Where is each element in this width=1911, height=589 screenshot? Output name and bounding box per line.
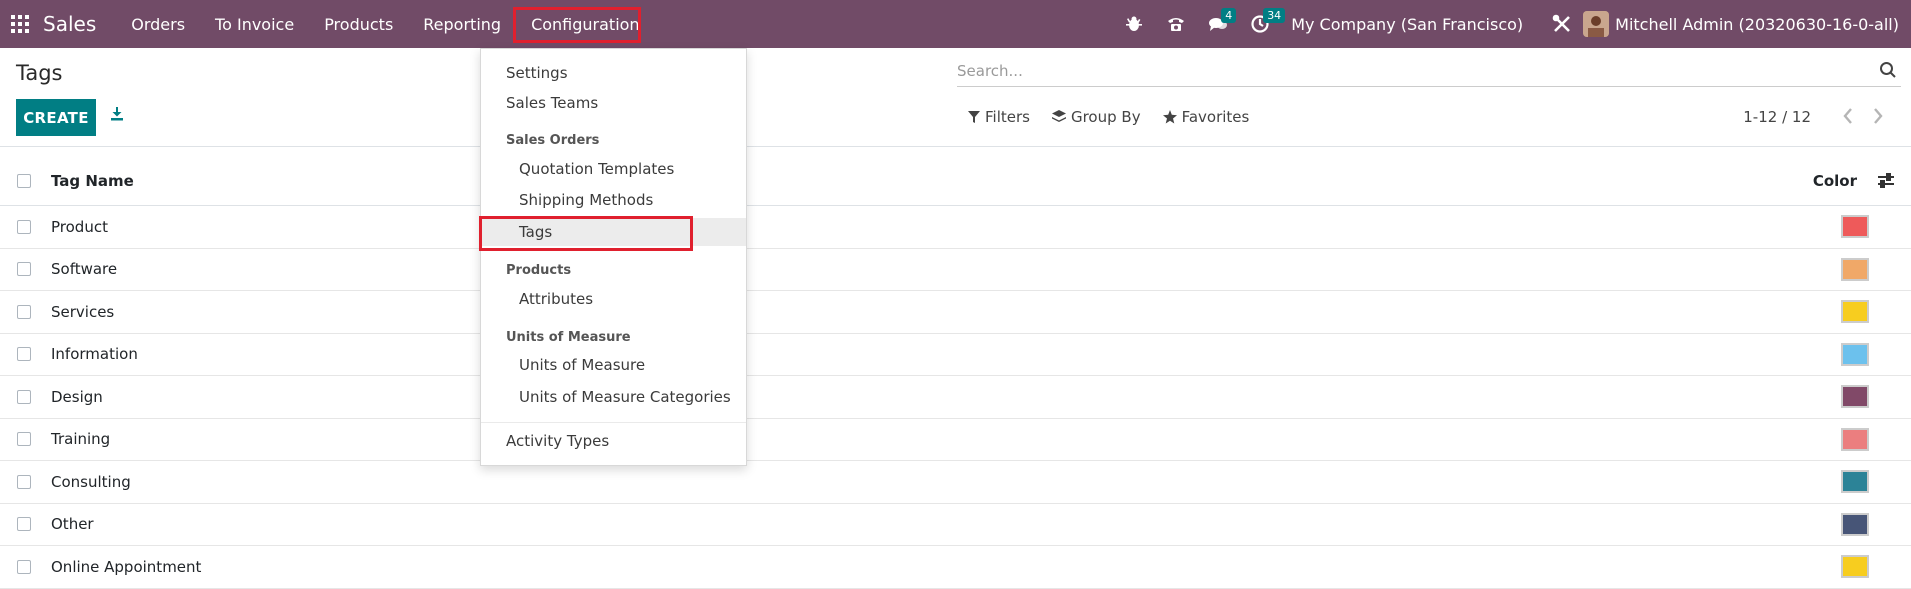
color-swatch[interactable] (1841, 385, 1869, 409)
apps-grid-icon[interactable] (0, 0, 40, 48)
dd-shipping-methods[interactable]: Shipping Methods (481, 186, 746, 214)
table-row[interactable]: Online Appointment (0, 546, 1911, 589)
dd-header-sales-orders: Sales Orders (506, 133, 600, 148)
tag-name-cell: Software (51, 260, 118, 279)
row-checkbox[interactable] (17, 347, 31, 362)
tags-table: Tag Name Color Product Software Services In… (0, 156, 1911, 589)
dd-settings[interactable]: Settings (481, 59, 746, 87)
menu-reporting[interactable]: Reporting (408, 0, 516, 48)
search-bar (957, 57, 1901, 87)
chevron-left-icon[interactable] (1841, 106, 1855, 126)
star-icon (1162, 110, 1177, 124)
tag-name-cell: Consulting (51, 472, 131, 491)
bug-icon[interactable] (1113, 0, 1155, 48)
row-checkbox[interactable] (17, 474, 31, 489)
column-color[interactable]: Color (1813, 172, 1857, 190)
table-row[interactable]: Training (0, 419, 1911, 461)
table-header: Tag Name Color (0, 156, 1911, 206)
menu-configuration[interactable]: Configuration (513, 0, 655, 48)
table-row[interactable]: Product (0, 206, 1911, 249)
clock-icon[interactable]: 34 (1239, 0, 1286, 48)
tag-name-cell: Online Appointment (51, 557, 202, 576)
table-row[interactable]: Software (0, 249, 1911, 291)
search-icon[interactable] (1879, 61, 1897, 79)
table-row[interactable]: Services (0, 291, 1911, 334)
create-button[interactable]: CREATE (16, 99, 96, 136)
row-checkbox[interactable] (17, 517, 31, 532)
row-checkbox[interactable] (17, 219, 31, 234)
configuration-dropdown: Settings Sales Teams Sales Orders Quotat… (479, 48, 747, 466)
table-row[interactable]: Other (0, 504, 1911, 546)
page-title: Tags (16, 61, 63, 85)
table-row[interactable]: Design (0, 376, 1911, 419)
row-checkbox[interactable] (17, 262, 31, 277)
color-swatch[interactable] (1841, 342, 1869, 366)
column-tag-name[interactable]: Tag Name (51, 172, 1813, 190)
top-navbar: Sales Orders To Invoice Products Reporti… (0, 0, 1911, 48)
tag-name-cell: Information (51, 345, 138, 364)
tag-name-cell: Other (51, 515, 94, 534)
dd-attributes[interactable]: Attributes (481, 285, 746, 313)
dd-header-uom: Units of Measure (506, 330, 631, 345)
groupby-button[interactable]: Group By (1051, 108, 1141, 126)
tag-name-cell: Training (51, 430, 111, 449)
color-swatch[interactable] (1841, 427, 1869, 451)
favorites-label: Favorites (1181, 108, 1250, 126)
table-body: Product Software Services Information Design… (0, 206, 1911, 589)
color-swatch[interactable] (1841, 470, 1869, 494)
dd-quotation-templates[interactable]: Quotation Templates (481, 155, 746, 183)
filters-button[interactable]: Filters (968, 108, 1030, 126)
row-checkbox[interactable] (17, 559, 31, 574)
row-checkbox[interactable] (17, 304, 31, 319)
menu-to-invoice[interactable]: To Invoice (200, 0, 309, 48)
color-swatch[interactable] (1841, 215, 1869, 239)
pager-value[interactable]: 1-12 / 12 (1743, 108, 1811, 126)
menu-orders[interactable]: Orders (116, 0, 200, 48)
dd-activity-types[interactable]: Activity Types (481, 427, 746, 455)
dd-uom[interactable]: Units of Measure (481, 351, 746, 379)
app-name[interactable]: Sales (43, 12, 96, 36)
filters-label: Filters (985, 108, 1030, 126)
tag-name-cell: Services (51, 302, 115, 321)
row-checkbox[interactable] (17, 432, 31, 447)
favorites-button[interactable]: Favorites (1162, 108, 1250, 126)
color-swatch[interactable] (1841, 300, 1869, 324)
menu-products[interactable]: Products (309, 0, 408, 48)
row-checkbox[interactable] (17, 389, 31, 404)
dd-sales-teams[interactable]: Sales Teams (481, 89, 746, 117)
table-row[interactable]: Information (0, 334, 1911, 376)
phone-icon[interactable] (1155, 0, 1197, 48)
tools-icon[interactable] (1541, 0, 1583, 48)
company-switcher[interactable]: My Company (San Francisco) (1291, 15, 1523, 34)
filter-icon (968, 111, 980, 123)
configuration-highlight (513, 7, 642, 43)
avatar[interactable] (1583, 11, 1610, 37)
user-menu[interactable]: Mitchell Admin (20320630-16-0-all) (1615, 15, 1899, 34)
tag-name-cell: Design (51, 387, 103, 406)
messages-icon[interactable]: 4 (1197, 0, 1239, 48)
optional-columns-icon[interactable] (1877, 172, 1895, 190)
download-icon[interactable] (109, 106, 125, 122)
tag-name-cell: Product (51, 217, 108, 236)
dd-uom-categories[interactable]: Units of Measure Categories (481, 383, 746, 411)
layers-icon (1051, 110, 1066, 122)
table-row[interactable]: Consulting (0, 461, 1911, 504)
search-input[interactable] (957, 57, 1857, 85)
select-all-checkbox[interactable] (17, 173, 31, 188)
dd-header-products: Products (506, 263, 572, 278)
navbar-systray: 4 34 My Company (San Francisco) Mitchell… (1113, 0, 1911, 48)
color-swatch[interactable] (1841, 257, 1869, 281)
chevron-right-icon[interactable] (1871, 106, 1885, 126)
color-swatch[interactable] (1841, 555, 1869, 579)
activities-badge: 34 (1263, 8, 1286, 23)
messages-badge: 4 (1221, 8, 1237, 23)
tags-highlight (479, 216, 693, 251)
color-swatch[interactable] (1841, 512, 1869, 536)
dd-separator (481, 422, 746, 423)
dd-tags[interactable]: Tags (479, 216, 746, 251)
groupby-label: Group By (1070, 108, 1141, 126)
search-options: Filters Group By Favorites (968, 108, 1249, 126)
divider (0, 146, 1911, 147)
